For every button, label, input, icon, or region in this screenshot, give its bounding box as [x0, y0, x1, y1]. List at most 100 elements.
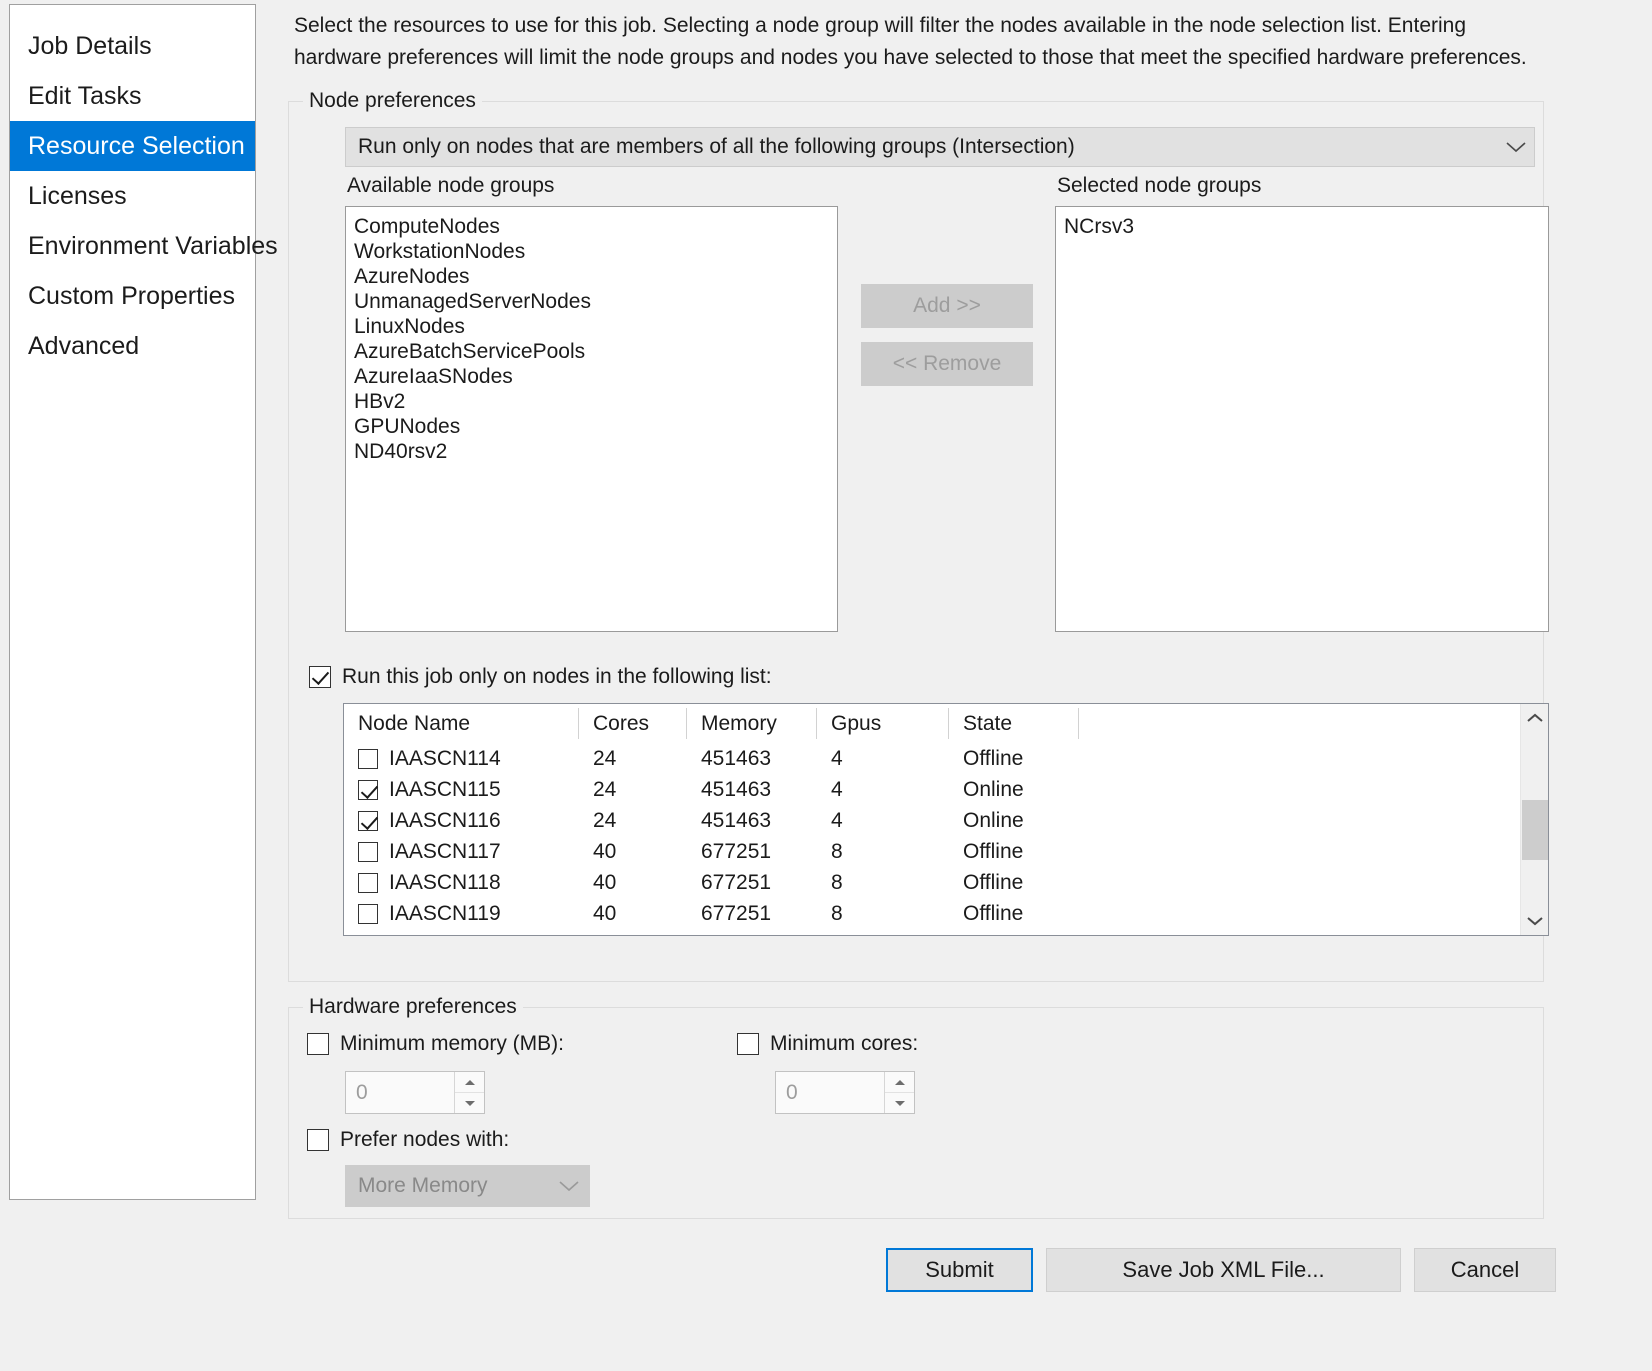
stepper-buttons — [454, 1072, 484, 1113]
selected-node-groups-label: Selected node groups — [1057, 174, 1262, 197]
sidebar-item-licenses[interactable]: Licenses — [10, 171, 255, 221]
list-item[interactable]: ND40rsv2 — [346, 439, 837, 464]
run-only-on-listed-nodes-checkbox[interactable]: Run this job only on nodes in the follow… — [309, 665, 772, 689]
node-preferences-group: Node preferences Run only on nodes that … — [288, 89, 1549, 982]
prefer-nodes-checkbox[interactable]: Prefer nodes with: — [307, 1128, 509, 1152]
column-header-spacer — [1079, 708, 1519, 739]
row-checkbox[interactable] — [358, 841, 378, 862]
column-header-memory[interactable]: Memory — [687, 708, 817, 739]
node-row-name-cell[interactable]: IAASCN116 — [344, 805, 579, 836]
node-name: IAASCN118 — [389, 871, 501, 894]
available-node-groups-list[interactable]: ComputeNodes WorkstationNodes AzureNodes… — [345, 206, 838, 632]
minimum-memory-label: Minimum memory (MB): — [340, 1032, 564, 1055]
node-memory: 451463 — [701, 747, 772, 770]
row-checkbox[interactable] — [358, 872, 378, 893]
hardware-preferences-group: Hardware preferences Minimum memory (MB)… — [288, 995, 1544, 1219]
stepper-up-icon[interactable] — [455, 1072, 484, 1093]
sidebar-item-advanced[interactable]: Advanced — [10, 321, 255, 371]
node-cores: 24 — [593, 747, 617, 770]
submit-button[interactable]: Submit — [886, 1248, 1033, 1292]
list-item[interactable]: AzureBatchServicePools — [346, 339, 837, 364]
cancel-button[interactable]: Cancel — [1414, 1248, 1556, 1292]
column-header-node-name[interactable]: Node Name — [344, 708, 579, 739]
node-row-name-cell[interactable]: IAASCN119 — [344, 898, 579, 929]
sidebar-item-environment-variables[interactable]: Environment Variables — [10, 221, 278, 271]
list-item[interactable]: AzureIaaSNodes — [346, 364, 837, 389]
row-checkbox[interactable] — [358, 810, 378, 831]
node-state: Offline — [963, 747, 1024, 770]
save-job-xml-button[interactable]: Save Job XML File... — [1046, 1248, 1401, 1292]
node-name: IAASCN115 — [389, 778, 501, 801]
row-checkbox[interactable] — [358, 779, 378, 800]
table-row[interactable]: IAASCN116 24 451463 4 Online — [344, 805, 1548, 836]
row-checkbox[interactable] — [358, 748, 378, 769]
selected-node-groups-list[interactable]: NCrsv3 — [1055, 206, 1549, 632]
checkbox-box[interactable] — [307, 1033, 329, 1055]
hardware-preferences-title: Hardware preferences — [303, 995, 523, 1019]
node-row-name-cell[interactable]: IAASCN114 — [344, 743, 579, 774]
list-item[interactable]: AzureNodes — [346, 264, 837, 289]
minimum-memory-stepper[interactable]: 0 — [345, 1071, 485, 1114]
node-name: IAASCN119 — [389, 902, 501, 925]
node-table-scrollbar[interactable] — [1520, 704, 1548, 935]
node-cores: 40 — [593, 902, 617, 925]
list-item[interactable]: UnmanagedServerNodes — [346, 289, 837, 314]
intro-text: Select the resources to use for this job… — [294, 14, 1527, 69]
node-gpus: 4 — [831, 809, 843, 832]
checkbox-box[interactable] — [307, 1129, 329, 1151]
minimum-cores-stepper[interactable]: 0 — [775, 1071, 915, 1114]
column-header-gpus[interactable]: Gpus — [817, 708, 949, 739]
sidebar-item-job-details[interactable]: Job Details — [10, 21, 255, 71]
node-name: IAASCN117 — [389, 840, 501, 863]
remove-node-group-button[interactable]: << Remove — [861, 342, 1033, 386]
prefer-nodes-combo[interactable]: More Memory — [345, 1165, 590, 1207]
node-selection-table[interactable]: Node Name Cores Memory Gpus State IAASCN… — [343, 703, 1549, 936]
sidebar-item-custom-properties[interactable]: Custom Properties — [10, 271, 255, 321]
sidebar-item-edit-tasks[interactable]: Edit Tasks — [10, 71, 255, 121]
node-gpus: 4 — [831, 747, 843, 770]
chevron-down-icon[interactable] — [1521, 907, 1548, 935]
chevron-up-icon[interactable] — [1521, 704, 1548, 732]
scrollbar-thumb[interactable] — [1522, 800, 1548, 860]
table-row[interactable]: IAASCN117 40 677251 8 Offline — [344, 836, 1548, 867]
list-item[interactable]: WorkstationNodes — [346, 239, 837, 264]
node-state: Offline — [963, 871, 1024, 894]
checkbox-box[interactable] — [737, 1033, 759, 1055]
resource-selection-dialog: Job Details Edit Tasks Resource Selectio… — [0, 0, 1652, 1371]
minimum-cores-checkbox[interactable]: Minimum cores: — [737, 1032, 918, 1056]
checkbox-box[interactable] — [309, 666, 331, 688]
list-item[interactable]: HBv2 — [346, 389, 837, 414]
node-name: IAASCN114 — [389, 747, 501, 770]
prefer-nodes-value: More Memory — [358, 1174, 488, 1197]
chevron-down-icon — [549, 1180, 589, 1192]
table-row[interactable]: IAASCN118 40 677251 8 Offline — [344, 867, 1548, 898]
list-item[interactable]: NCrsv3 — [1056, 214, 1548, 239]
table-row[interactable]: IAASCN115 24 451463 4 Online — [344, 774, 1548, 805]
available-node-groups-label: Available node groups — [347, 174, 555, 197]
list-item[interactable]: LinuxNodes — [346, 314, 837, 339]
row-checkbox[interactable] — [358, 903, 378, 924]
stepper-buttons — [884, 1072, 914, 1113]
column-header-cores[interactable]: Cores — [579, 708, 687, 739]
minimum-memory-checkbox[interactable]: Minimum memory (MB): — [307, 1032, 564, 1056]
node-row-name-cell[interactable]: IAASCN115 — [344, 774, 579, 805]
table-row[interactable]: IAASCN114 24 451463 4 Offline — [344, 743, 1548, 774]
sidebar-item-resource-selection[interactable]: Resource Selection — [10, 121, 255, 171]
list-item[interactable]: GPUNodes — [346, 414, 837, 439]
column-header-state[interactable]: State — [949, 708, 1079, 739]
node-name: IAASCN116 — [389, 809, 501, 832]
list-item[interactable]: ComputeNodes — [346, 214, 837, 239]
node-state: Offline — [963, 902, 1024, 925]
add-node-group-button[interactable]: Add >> — [861, 284, 1033, 328]
stepper-down-icon[interactable] — [885, 1093, 914, 1113]
node-row-name-cell[interactable]: IAASCN118 — [344, 867, 579, 898]
node-memory: 451463 — [701, 778, 772, 801]
node-row-name-cell[interactable]: IAASCN117 — [344, 836, 579, 867]
node-cores: 40 — [593, 840, 617, 863]
node-group-scope-combo[interactable]: Run only on nodes that are members of al… — [345, 127, 1535, 167]
stepper-down-icon[interactable] — [455, 1093, 484, 1113]
stepper-up-icon[interactable] — [885, 1072, 914, 1093]
minimum-memory-value[interactable]: 0 — [346, 1072, 454, 1113]
table-row[interactable]: IAASCN119 40 677251 8 Offline — [344, 898, 1548, 929]
minimum-cores-value[interactable]: 0 — [776, 1072, 884, 1113]
